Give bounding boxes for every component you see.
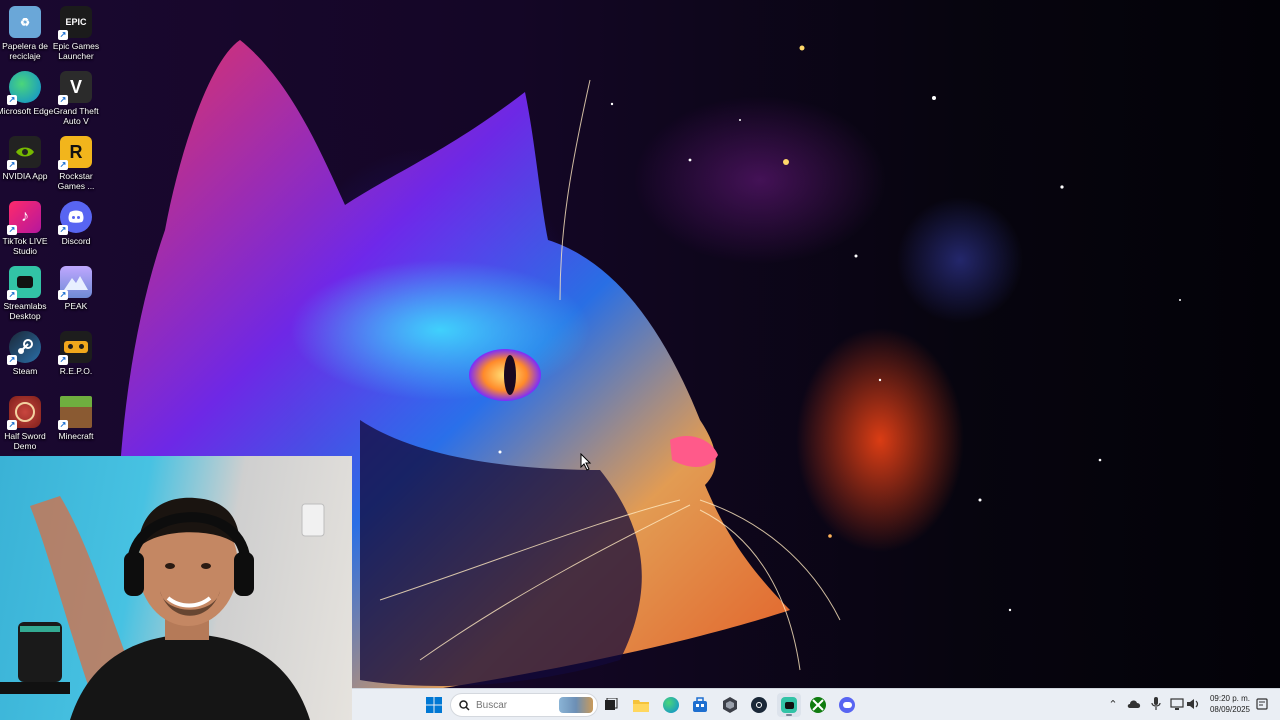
desktop-icon-label: Grand Theft Auto V [53, 106, 99, 126]
streamlabs-taskbar-button[interactable] [777, 693, 801, 717]
desktop-icon-rockstar[interactable]: R ↗ Rockstar Games ... [51, 136, 101, 200]
desktop-icon-gta-v[interactable]: V ↗ Grand Theft Auto V [51, 71, 101, 135]
desktop-icon-peak[interactable]: ↗ PEAK [51, 266, 101, 330]
desktop-icon-edge[interactable]: ↗ Microsoft Edge [0, 71, 53, 135]
desktop-icon-label: PEAK [64, 301, 88, 311]
xbox-taskbar-button[interactable] [806, 693, 830, 717]
steam-icon [751, 697, 767, 713]
epic-games-icon: EPIC ↗ [58, 6, 92, 40]
taskbar-clock[interactable]: 09:20 p. m. 08/09/2025 [1206, 693, 1254, 715]
streamlabs-icon [781, 697, 797, 713]
tiktok-icon: ♪ ↗ [7, 201, 41, 235]
onedrive-icon[interactable] [1127, 697, 1141, 711]
webcam-overlay [0, 456, 352, 720]
recycle-bin-icon: ♻ [9, 6, 41, 38]
desktop-icon-label: Epic Games Launcher [52, 41, 100, 61]
streamlabs-icon: ↗ [7, 266, 41, 300]
windows-start-icon [426, 697, 442, 713]
search-icon [459, 699, 470, 711]
desktop-icon-half-sword[interactable]: ↗ Half Sword Demo [0, 396, 50, 460]
edge-taskbar-button[interactable] [659, 693, 683, 717]
discord-taskbar-button[interactable] [835, 693, 859, 717]
taskbar-search[interactable] [450, 693, 598, 717]
gta-v-icon: V ↗ [58, 71, 92, 105]
desktop-icon-epic-games[interactable]: EPIC ↗ Epic Games Launcher [51, 6, 101, 70]
edge-icon: ↗ [7, 71, 41, 105]
nvidia-icon: ↗ [7, 136, 41, 170]
xbox-icon [810, 697, 826, 713]
desktop-icon-repo[interactable]: ↗ R.E.P.O. [51, 331, 101, 395]
desktop-icon-label: Discord [61, 236, 91, 246]
chevron-up-icon[interactable]: ⌃ [1106, 697, 1120, 711]
discord-icon [839, 697, 855, 713]
rockstar-icon: R ↗ [58, 136, 92, 170]
peak-icon: ↗ [58, 266, 92, 300]
volume-icon[interactable] [1186, 697, 1200, 711]
discord-icon: ↗ [58, 201, 92, 235]
mouse-cursor [580, 453, 592, 471]
hexagon-app-button[interactable] [718, 693, 742, 717]
search-input[interactable] [476, 699, 556, 711]
desktop-icon-minecraft[interactable]: ↗ Minecraft [51, 396, 101, 460]
file-explorer-button[interactable] [629, 693, 653, 717]
clock-date: 08/09/2025 [1209, 705, 1251, 714]
hexagon-app-icon [723, 697, 737, 713]
running-indicator [786, 714, 792, 716]
desktop-icon-discord[interactable]: ↗ Discord [51, 201, 101, 265]
store-button[interactable] [688, 693, 712, 717]
network-icon[interactable] [1170, 697, 1184, 711]
repo-icon: ↗ [58, 331, 92, 365]
task-view-icon [605, 698, 618, 710]
desktop-icon-recycle-bin[interactable]: ♻ Papelera de reciclaje [0, 6, 50, 70]
webcam-person-image [0, 496, 325, 720]
start-button[interactable] [422, 693, 446, 717]
task-view-button[interactable] [599, 693, 623, 717]
search-highlight-image [559, 697, 593, 713]
steam-taskbar-button[interactable] [747, 693, 771, 717]
desktop-icon-streamlabs[interactable]: ↗ Streamlabs Desktop [0, 266, 50, 330]
desktop-icon-label: R.E.P.O. [59, 366, 93, 376]
notification-icon[interactable] [1255, 697, 1269, 711]
desktop-icon-tiktok[interactable]: ♪ ↗ TikTok LIVE Studio [0, 201, 50, 265]
desktop-icon-nvidia[interactable]: ↗ NVIDIA App [0, 136, 50, 200]
desktop-icon-steam[interactable]: ↗ Steam [0, 331, 50, 395]
half-sword-icon: ↗ [7, 396, 41, 430]
folder-icon [633, 700, 649, 712]
minecraft-icon: ↗ [58, 396, 92, 430]
desktop-icon-label: Minecraft [58, 431, 94, 441]
desktop-icon-label: Rockstar Games ... [57, 171, 95, 191]
clock-time: 09:20 p. m. [1209, 694, 1251, 703]
microphone-icon[interactable] [1149, 697, 1163, 711]
taskbar: ⌃ [352, 688, 1280, 720]
steam-icon: ↗ [7, 331, 41, 365]
edge-icon [663, 697, 679, 713]
store-icon [693, 697, 707, 712]
